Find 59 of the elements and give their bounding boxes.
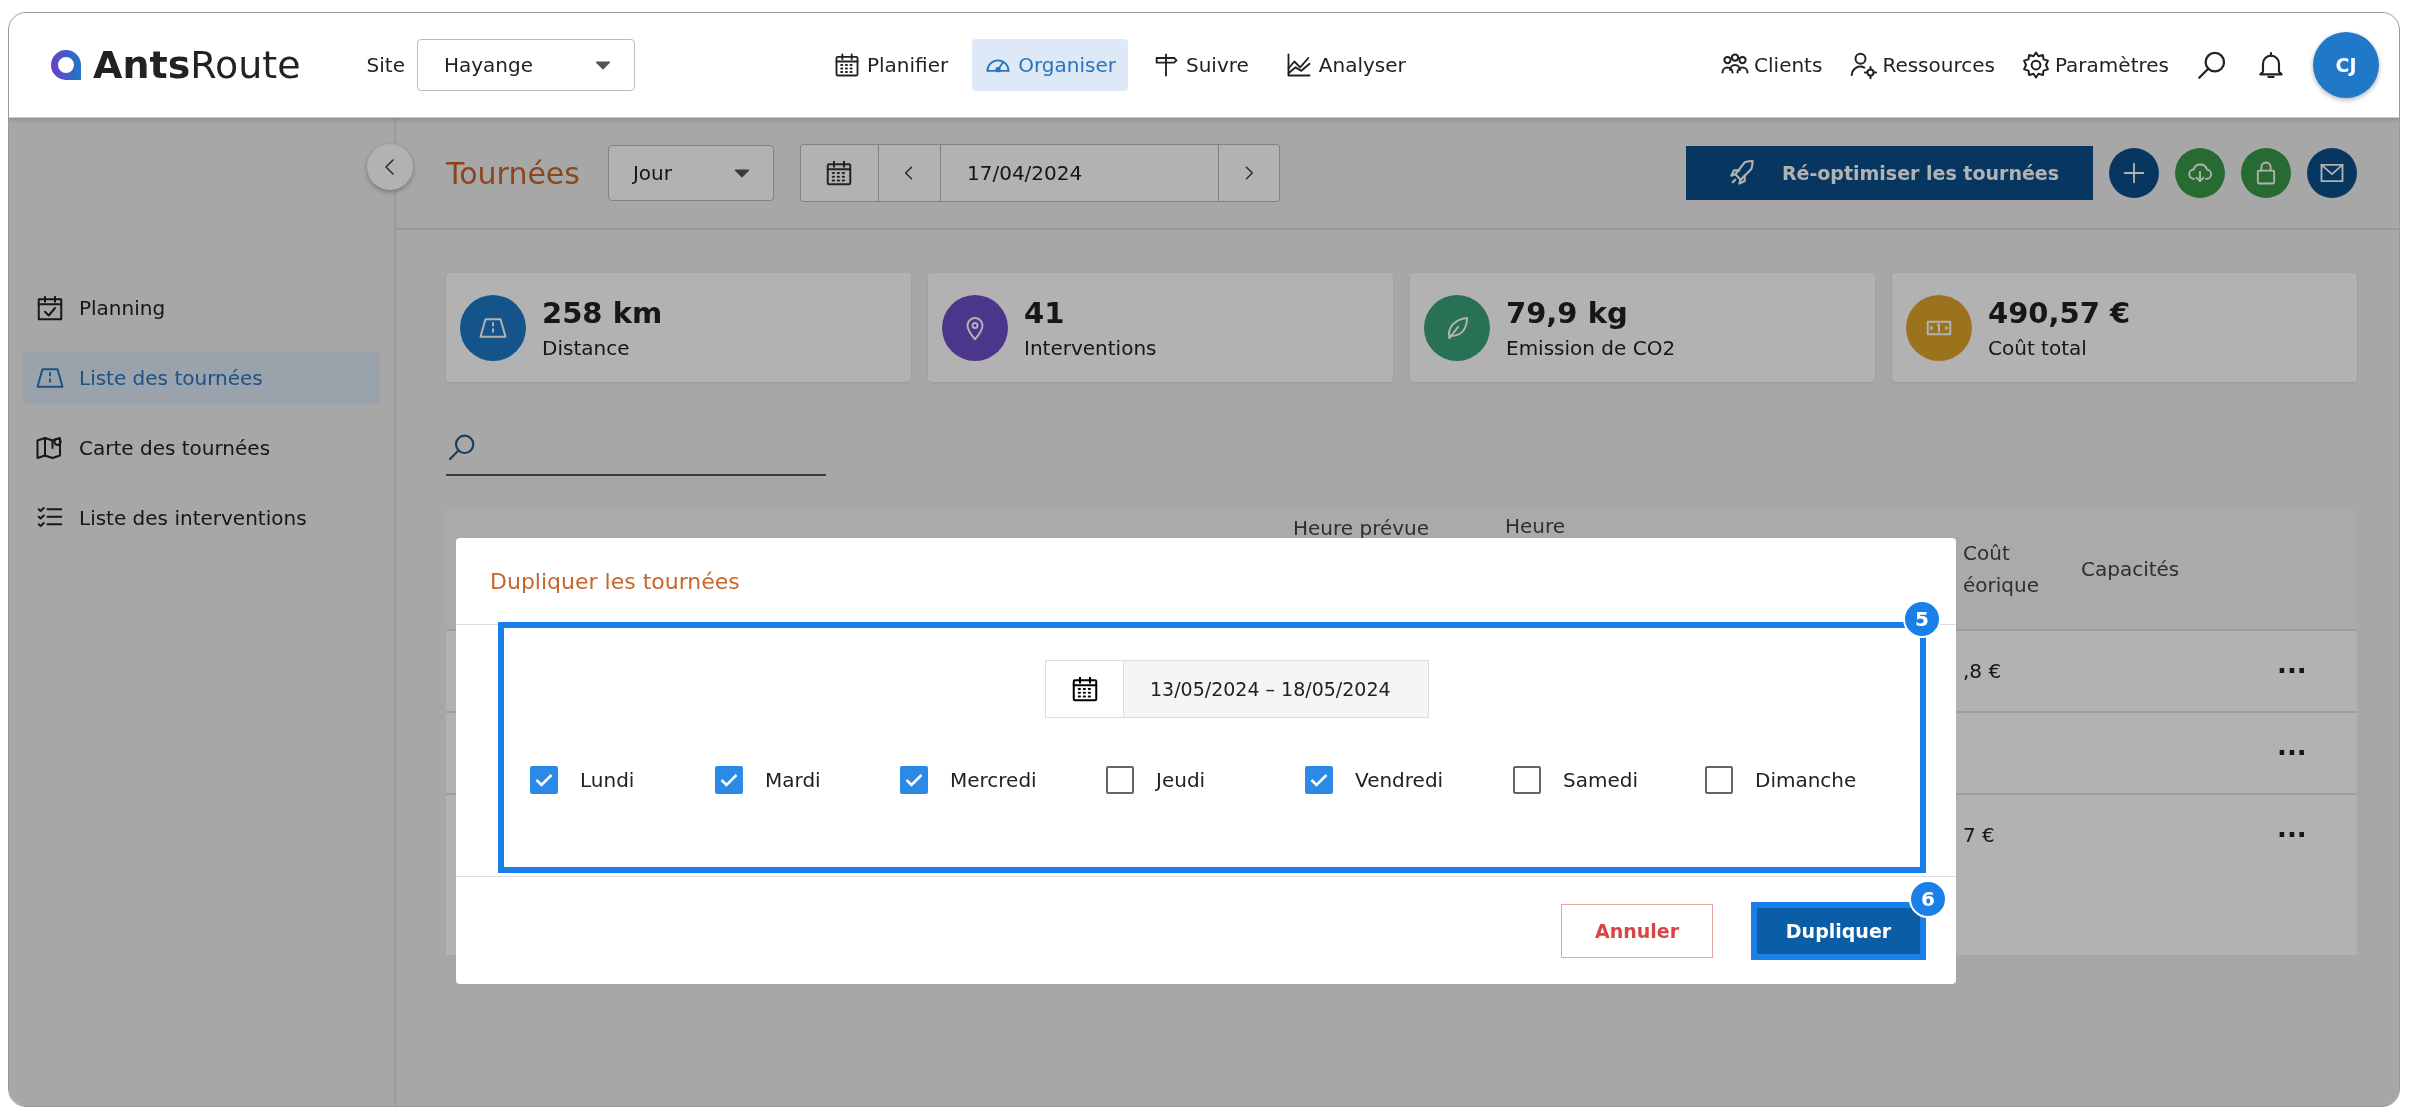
nav-tab[interactable]: Planifier xyxy=(820,39,961,91)
mail-button[interactable] xyxy=(2307,148,2357,198)
nav-link[interactable]: Clients xyxy=(1720,50,1823,80)
checkbox-label: Dimanche xyxy=(1755,768,1857,792)
checkbox[interactable] xyxy=(1106,766,1134,794)
column-header: Heure prévue xyxy=(1293,516,1431,540)
site-label: Site xyxy=(366,53,405,77)
lock-button[interactable] xyxy=(2241,148,2291,198)
view-select[interactable]: Jour xyxy=(607,145,774,201)
checkbox[interactable] xyxy=(1305,766,1333,794)
reoptimize-button[interactable]: Ré-optimiser les tournées xyxy=(1685,146,2093,200)
stat-value: 41 xyxy=(1024,295,1066,330)
sidebar-item[interactable]: Liste des interventions xyxy=(23,492,380,544)
sidebar-item[interactable]: Planning xyxy=(23,282,380,334)
checkbox[interactable] xyxy=(1705,766,1733,794)
checkbox-label: Lundi xyxy=(580,768,635,792)
calendar-check-icon xyxy=(35,293,65,323)
table-cell-text: ,8 € xyxy=(1963,659,2003,683)
person-gear-icon xyxy=(1848,50,1879,80)
table-cell-text: 7 € xyxy=(1963,823,1996,847)
checkbox-label: Mardi xyxy=(765,768,821,792)
more-button[interactable]: ··· xyxy=(2277,738,2307,768)
step-badge: 5 xyxy=(1903,600,1941,638)
user-avatar[interactable]: CJ xyxy=(2313,32,2379,98)
settings-icon xyxy=(2020,50,2051,80)
plus-button[interactable] xyxy=(2109,148,2159,198)
nav-tab[interactable]: Suivre xyxy=(1139,39,1261,91)
more-button[interactable]: ··· xyxy=(2277,656,2307,686)
stat-label: Interventions xyxy=(1024,335,1157,360)
logo-text: AntsRoute xyxy=(93,43,301,87)
column-header: éorique xyxy=(1963,572,2040,597)
page-title: Tournées xyxy=(446,155,580,191)
cloud-download-button[interactable] xyxy=(2175,148,2225,198)
checkbox[interactable] xyxy=(1513,766,1541,794)
stat-value: 79,9 kg xyxy=(1506,295,1629,330)
sidebar-item[interactable]: Carte des tournées xyxy=(23,422,380,474)
more-button[interactable]: ··· xyxy=(2277,820,2307,850)
checkbox[interactable] xyxy=(530,766,558,794)
nav-tab[interactable]: Organiser xyxy=(972,39,1128,91)
column-header: Heure xyxy=(1505,514,1567,538)
stat-label: Distance xyxy=(542,335,631,360)
checkbox-label: Vendredi xyxy=(1355,768,1444,792)
stat-value: 490,57 € xyxy=(1988,295,2131,330)
checkbox-label: Jeudi xyxy=(1156,768,1206,792)
checkbox-label: Samedi xyxy=(1563,768,1638,792)
nav-tab[interactable]: Analyser xyxy=(1272,39,1418,91)
stat-value: 258 km xyxy=(542,295,663,330)
checkbox[interactable] xyxy=(715,766,743,794)
checkbox-label: Mercredi xyxy=(950,768,1037,792)
checkbox[interactable] xyxy=(900,766,928,794)
stat-label: Emission de CO2 xyxy=(1506,335,1676,360)
cancel-button[interactable]: Annuler xyxy=(1561,903,1713,958)
column-header: Coût xyxy=(1963,540,2011,565)
column-header: Capacités xyxy=(2081,556,2181,581)
nav-link[interactable]: Ressources xyxy=(1848,50,1995,80)
nav-link[interactable]: Paramètres xyxy=(2020,50,2169,80)
stat-label: Coût total xyxy=(1988,335,2088,360)
site-select[interactable]: Hayange xyxy=(416,39,635,91)
step-badge: 6 xyxy=(1909,879,1947,918)
